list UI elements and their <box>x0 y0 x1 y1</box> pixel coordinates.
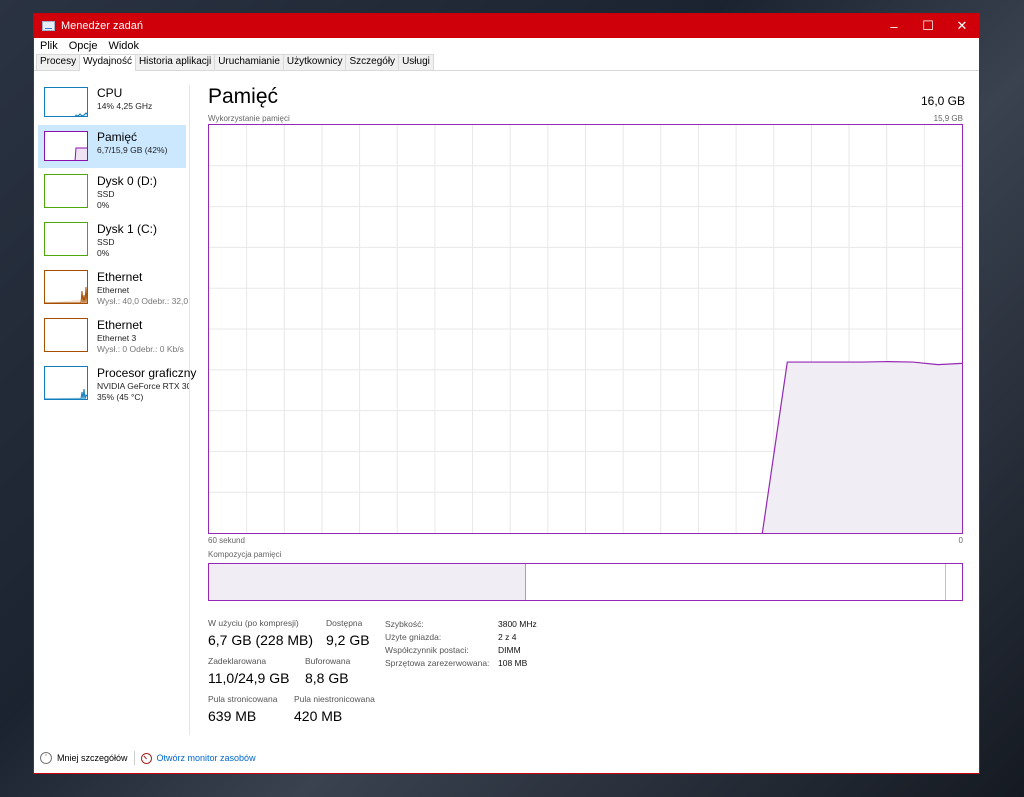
composition-label: Kompozycja pamięci <box>208 550 282 559</box>
available-value: 9,2 GB <box>326 632 370 648</box>
sidebar-item-disk-0[interactable]: Dysk 0 (D:) SSD 0% <box>38 173 186 216</box>
sidebar-item-label: Procesor graficzny <box>97 366 197 380</box>
sidebar-item-label: Dysk 1 (C:) <box>97 222 157 236</box>
hw-reserved-label: Sprzętowa zarezerwowana: <box>385 658 490 668</box>
memory-thumbnail-graph <box>44 131 88 161</box>
menu-options[interactable]: Opcje <box>69 40 98 52</box>
sidebar-item-detail: SSD <box>97 189 115 199</box>
menu-file[interactable]: Plik <box>40 40 58 52</box>
sidebar-item-detail-2: 0% <box>97 248 110 258</box>
fewer-details-label: Mniej szczegółów <box>57 753 128 763</box>
sidebar-item-label: Pamięć <box>97 130 138 144</box>
tab-startup[interactable]: Uruchamianie <box>214 54 284 70</box>
sidebar-item-ethernet-3[interactable]: Ethernet Ethernet 3 Wysł.: 0 Odebr.: 0 K… <box>38 317 186 360</box>
sidebar-item-detail-2: 0% <box>97 200 110 210</box>
sidebar-item-cpu[interactable]: CPU 14% 4,25 GHz <box>38 85 186 128</box>
composition-in-use-segment <box>209 564 526 600</box>
tab-bar: Procesy Wydajność Historia aplikacji Uru… <box>34 54 979 71</box>
memory-usage-area <box>762 361 962 533</box>
sidebar-item-ethernet[interactable]: Ethernet Ethernet Wysł.: 40,0 Odebr.: 32… <box>38 269 189 312</box>
footer-separator <box>133 751 135 765</box>
ethernet-thumbnail-graph <box>44 270 88 304</box>
maximize-button[interactable]: ☐ <box>911 14 945 38</box>
tab-services[interactable]: Usługi <box>398 54 434 70</box>
tab-app-history[interactable]: Historia aplikacji <box>134 54 216 70</box>
gpu-thumbnail-graph <box>44 366 88 400</box>
committed-label: Zadeklarowana <box>208 656 267 666</box>
menu-bar: Plik Opcje Widok <box>34 38 979 54</box>
sidebar-item-detail: NVIDIA GeForce RTX 306 <box>97 381 189 391</box>
paged-pool-value: 639 MB <box>208 708 257 724</box>
sidebar-item-label: Ethernet <box>97 270 143 284</box>
resource-monitor-icon <box>140 752 152 764</box>
sidebar-item-detail: SSD <box>97 237 115 247</box>
page-title: Pamięć <box>208 85 279 108</box>
sidebar-item-gpu[interactable]: Procesor graficzny NVIDIA GeForce RTX 30… <box>38 365 196 408</box>
chart-time-end: 0 <box>958 536 963 545</box>
performance-sidebar: CPU 14% 4,25 GHz Pamięć 6,7/15,9 GB (42%… <box>34 85 196 735</box>
sidebar-item-memory[interactable]: Pamięć 6,7/15,9 GB (42%) <box>38 125 186 168</box>
memory-panel: Pamięć 16,0 GB Wykorzystanie pamięci 15,… <box>208 85 965 735</box>
window-title: Menedżer zadań <box>61 20 143 32</box>
nonpaged-pool-value: 420 MB <box>294 708 343 724</box>
nonpaged-pool-label: Pula niestronicowana <box>294 694 375 704</box>
disk1-thumbnail-graph <box>44 222 88 256</box>
cached-value: 8,8 GB <box>305 670 349 686</box>
fewer-details-button[interactable]: ˆ Mniej szczegółów <box>40 752 128 764</box>
memory-usage-chart <box>208 124 963 534</box>
title-bar[interactable]: Menedżer zadań – ☐ ✕ <box>34 14 979 38</box>
sidebar-item-detail-2: Wysł.: 40,0 Odebr.: 32,0 <box>97 296 189 306</box>
sidebar-item-label: Dysk 0 (D:) <box>97 174 157 188</box>
slots-value: 2 z 4 <box>498 632 517 642</box>
available-label: Dostępna <box>326 618 363 628</box>
sidebar-item-detail: 14% 4,25 GHz <box>97 101 153 111</box>
minimize-button[interactable]: – <box>877 14 911 38</box>
usage-chart-max: 15,9 GB <box>933 114 963 123</box>
ethernet3-thumbnail-graph <box>44 318 88 352</box>
sidebar-item-detail: Ethernet <box>97 285 130 295</box>
slots-label: Użyte gniazda: <box>385 632 442 642</box>
sidebar-item-label: Ethernet <box>97 318 143 332</box>
chart-time-start: 60 sekund <box>208 536 245 545</box>
close-button[interactable]: ✕ <box>945 14 979 38</box>
composition-modified-segment <box>945 564 946 600</box>
footer-bar: ˆ Mniej szczegółów Otwórz monitor zasobó… <box>34 746 979 770</box>
sidebar-item-detail: 6,7/15,9 GB (42%) <box>97 145 168 155</box>
cpu-thumbnail-graph <box>44 87 88 117</box>
in-use-label: W użyciu (po kompresji) <box>208 618 299 628</box>
hw-reserved-value: 108 MB <box>498 658 528 668</box>
sidebar-item-detail-2: Wysł.: 0 Odebr.: 0 Kb/s <box>97 344 184 354</box>
tab-details[interactable]: Szczegóły <box>345 54 400 70</box>
sidebar-item-detail-2: 35% (45 °C) <box>97 392 144 402</box>
disk0-thumbnail-graph <box>44 174 88 208</box>
menu-view[interactable]: Widok <box>108 40 139 52</box>
sidebar-item-label: CPU <box>97 86 123 100</box>
tab-performance[interactable]: Wydajność <box>79 54 136 71</box>
task-manager-icon <box>42 21 55 31</box>
sidebar-item-detail: Ethernet 3 <box>97 333 137 343</box>
cached-label: Buforowana <box>305 656 351 666</box>
tab-processes[interactable]: Procesy <box>36 54 81 70</box>
open-resource-monitor-link[interactable]: Otwórz monitor zasobów <box>157 753 256 763</box>
speed-label: Szybkość: <box>385 619 424 629</box>
total-memory: 16,0 GB <box>920 94 965 108</box>
paged-pool-label: Pula stronicowana <box>208 694 278 704</box>
form-factor-value: DIMM <box>498 645 521 655</box>
speed-value: 3800 MHz <box>498 619 537 629</box>
form-factor-label: Współczynnik postaci: <box>385 645 469 655</box>
memory-composition-bar <box>208 563 963 601</box>
chevron-up-icon: ˆ <box>40 752 52 764</box>
in-use-value: 6,7 GB (228 MB) <box>208 632 314 648</box>
usage-chart-label: Wykorzystanie pamięci <box>208 114 290 123</box>
sidebar-item-disk-1[interactable]: Dysk 1 (C:) SSD 0% <box>38 221 186 264</box>
committed-value: 11,0/24,9 GB <box>208 670 290 686</box>
tab-users[interactable]: Użytkownicy <box>282 54 347 70</box>
task-manager-window: Menedżer zadań – ☐ ✕ Plik Opcje Widok Pr… <box>33 13 980 774</box>
